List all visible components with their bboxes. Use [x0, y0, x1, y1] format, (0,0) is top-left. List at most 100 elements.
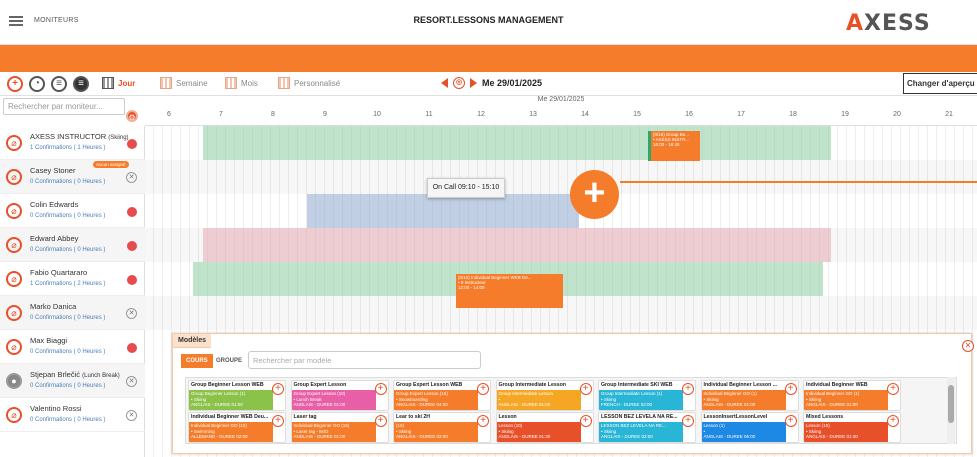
template-card[interactable]: Individual Beginner WEB Individual Beginn…	[803, 380, 901, 411]
status-dot[interactable]	[127, 139, 137, 149]
view-tab-semaine[interactable]: Semaine	[160, 77, 208, 89]
chart-icon[interactable]: ◔	[29, 76, 45, 92]
row-shade	[145, 160, 977, 194]
template-line: FRENCH - DUREE 02:00	[601, 402, 653, 407]
grid-icon	[102, 77, 114, 89]
add-template-icon[interactable]: +	[784, 415, 797, 427]
template-line: ANGLAIS - DUREE 04:00	[396, 402, 448, 407]
add-template-icon[interactable]: +	[579, 383, 592, 395]
add-template-icon[interactable]: +	[374, 383, 387, 395]
close-icon[interactable]: ✕	[126, 308, 137, 319]
hour-label: 16	[685, 111, 693, 118]
change-view-button[interactable]: Changer d'aperçu	[903, 73, 977, 94]
availability-band[interactable]	[203, 126, 831, 160]
template-card[interactable]: Individual Beginner Lesson ... Individual…	[700, 380, 799, 411]
template-card[interactable]: Group Expert Lesson Group Expert Lesson (…	[290, 380, 389, 411]
instructor-row[interactable]: ⌀ Fabio Quartararo 1 Confirmations ( 2 H…	[0, 262, 145, 296]
template-line: ANGLAIS - DUREE 01:00	[498, 402, 551, 407]
add-template-icon[interactable]: +	[272, 383, 284, 395]
hour-label: 17	[737, 111, 745, 118]
template-line: ANGLAIS - DUREE 02:00	[396, 434, 448, 439]
hour-label: 10	[373, 111, 381, 118]
close-icon[interactable]: ✕	[126, 376, 137, 387]
template-title: Group Intermediate SKI WEB	[599, 381, 683, 389]
template-card[interactable]: Group Intermediate SKI WEB Group Intermed…	[598, 380, 696, 411]
lesson-event[interactable]: (0/10) Individual Beginner WEB De... • 0…	[456, 274, 563, 308]
lesson-event[interactable]: (0/15) Group Be... • AXESS INSTR... 16:0…	[648, 131, 700, 161]
instructor-row[interactable]: ⌀ Casey Stoner Aucun assigné 0 Confirmat…	[0, 160, 145, 194]
tab-cours[interactable]: COURS	[181, 354, 213, 368]
status-dot[interactable]	[127, 275, 137, 285]
hour-label: 8	[271, 111, 275, 118]
template-search-input[interactable]: Rechercher par modèle	[248, 351, 481, 369]
instructor-row[interactable]: ⌀ AXESS INSTRUCTOR (Skiing) 1 Confirmati…	[0, 126, 145, 160]
template-card[interactable]: Mixed Lessons Lesson (10) • Skiing ANGLAIS …	[803, 412, 901, 443]
add-template-icon[interactable]: +	[477, 415, 489, 427]
date-navigation: ◎ Me 29/01/2025	[441, 77, 542, 89]
template-line: ANGLAIS - DUREE 06:00	[703, 434, 756, 439]
ski-icon: ⌀	[6, 237, 22, 253]
status-dot[interactable]	[127, 207, 137, 217]
template-card[interactable]: Group Beginner Lesson WEB Group Beginner …	[188, 380, 286, 411]
view-tab-mois[interactable]: Mois	[225, 77, 258, 89]
top-bar: MONITEURS RESORT.LESSONS MANAGEMENT AXES…	[0, 0, 977, 45]
add-template-icon[interactable]: +	[682, 415, 694, 427]
template-card[interactable]: LESSON BEZ LEVELA NA RE... LESSON BEZ LEV…	[598, 412, 696, 443]
view-tab-personnalise[interactable]: Personnalisé	[278, 77, 340, 89]
add-template-icon[interactable]: +	[477, 383, 489, 395]
template-title: Lear to ski 2H	[394, 413, 478, 421]
close-icon[interactable]: ✕	[126, 410, 137, 421]
template-card[interactable]: Lear to ski 2H (10) • Skiing ANGLAIS - DURE…	[393, 412, 491, 443]
view-tab-jour[interactable]: Jour	[102, 77, 135, 89]
template-card[interactable]: Individual Beginner WEB Deu... Individual…	[188, 412, 286, 443]
ski-icon: ⌀	[6, 135, 22, 151]
scrollbar[interactable]	[947, 377, 955, 444]
status-dot[interactable]	[127, 241, 137, 251]
next-day-icon[interactable]	[470, 78, 477, 88]
instructor-name: Valentino Rossi	[30, 404, 82, 413]
prev-day-icon[interactable]	[441, 78, 448, 88]
instructor-row[interactable]: ⌀ Colin Edwards 0 Confirmations ( 0 Heur…	[0, 194, 145, 228]
template-title: Individual Beginner Lesson ...	[701, 381, 786, 389]
availability-band[interactable]	[307, 194, 579, 228]
instructor-row[interactable]: ⌀ Edward Abbey 0 Confirmations ( 0 Heure…	[0, 228, 145, 262]
list-icon[interactable]: ≡	[73, 76, 89, 92]
instructor-search-input[interactable]: Rechercher par moniteur...	[3, 98, 125, 115]
template-card[interactable]: Lesson Lesson (10) • Skiing ANGLAIS - DUREE…	[495, 412, 594, 443]
template-card[interactable]: Laser tag Individual Beginner GO (15) • La…	[290, 412, 389, 443]
instructor-row[interactable]: ⌀ Max Biaggi 0 Confirmations ( 0 Heures …	[0, 330, 145, 364]
view-tab-label: Mois	[241, 78, 258, 88]
today-icon[interactable]: ◎	[453, 77, 465, 89]
close-icon[interactable]: ✕	[962, 340, 974, 352]
template-body: (10) • Skiing ANGLAIS - DUREE 02:00	[394, 422, 478, 442]
availability-band[interactable]	[203, 228, 831, 262]
hour-label: 9	[323, 111, 327, 118]
instructor-row[interactable]: ⌀ Valentino Rossi 0 Confirmations ( 0 He…	[0, 398, 145, 432]
template-title: Group Expert Lesson	[291, 381, 376, 389]
add-template-icon[interactable]: +	[887, 383, 899, 395]
template-title: Group Beginner Lesson WEB	[189, 381, 273, 389]
add-template-icon[interactable]: +	[374, 415, 387, 427]
add-template-icon[interactable]: +	[784, 383, 797, 395]
add-template-icon[interactable]: +	[682, 383, 694, 395]
add-lesson-button[interactable]: +	[570, 170, 619, 219]
template-card[interactable]: Group Intermediate Lesson Group Intermedi…	[495, 380, 594, 411]
template-card[interactable]: Group Expert Lesson WEB Group Expert Less…	[393, 380, 491, 411]
view-tab-label: Jour	[118, 78, 136, 88]
toolbar: + ◔ ≡ ≡ Jour Semaine Mois Personnalisé ◎…	[0, 72, 977, 96]
tab-groupe[interactable]: GROUPE	[211, 354, 247, 368]
add-icon[interactable]: +	[7, 76, 23, 92]
status-dot[interactable]	[127, 343, 137, 353]
template-card[interactable]: LessonInsertLessonLevel Lesson (1) • ANGLA…	[700, 412, 799, 443]
instructor-row[interactable]: ⌀ Marko Danica 0 Confirmations ( 0 Heure…	[0, 296, 145, 330]
add-template-icon[interactable]: +	[887, 415, 899, 427]
template-line: ANGLAIS - DUREE 02:00	[601, 434, 653, 439]
settings-icon[interactable]: ⚙	[126, 110, 138, 122]
ski-icon: ⌀	[6, 169, 22, 185]
add-template-icon[interactable]: +	[272, 415, 284, 427]
add-template-icon[interactable]: +	[579, 415, 592, 427]
template-body: Group Expert Lesson (10) • Lunch Break ANG…	[291, 390, 376, 410]
instructor-row[interactable]: ● Stjepan Brlečić (Lunch Break) 0 Confir…	[0, 364, 145, 398]
close-icon[interactable]: ✕	[126, 172, 137, 183]
clipboard-icon[interactable]: ≡	[51, 76, 67, 92]
